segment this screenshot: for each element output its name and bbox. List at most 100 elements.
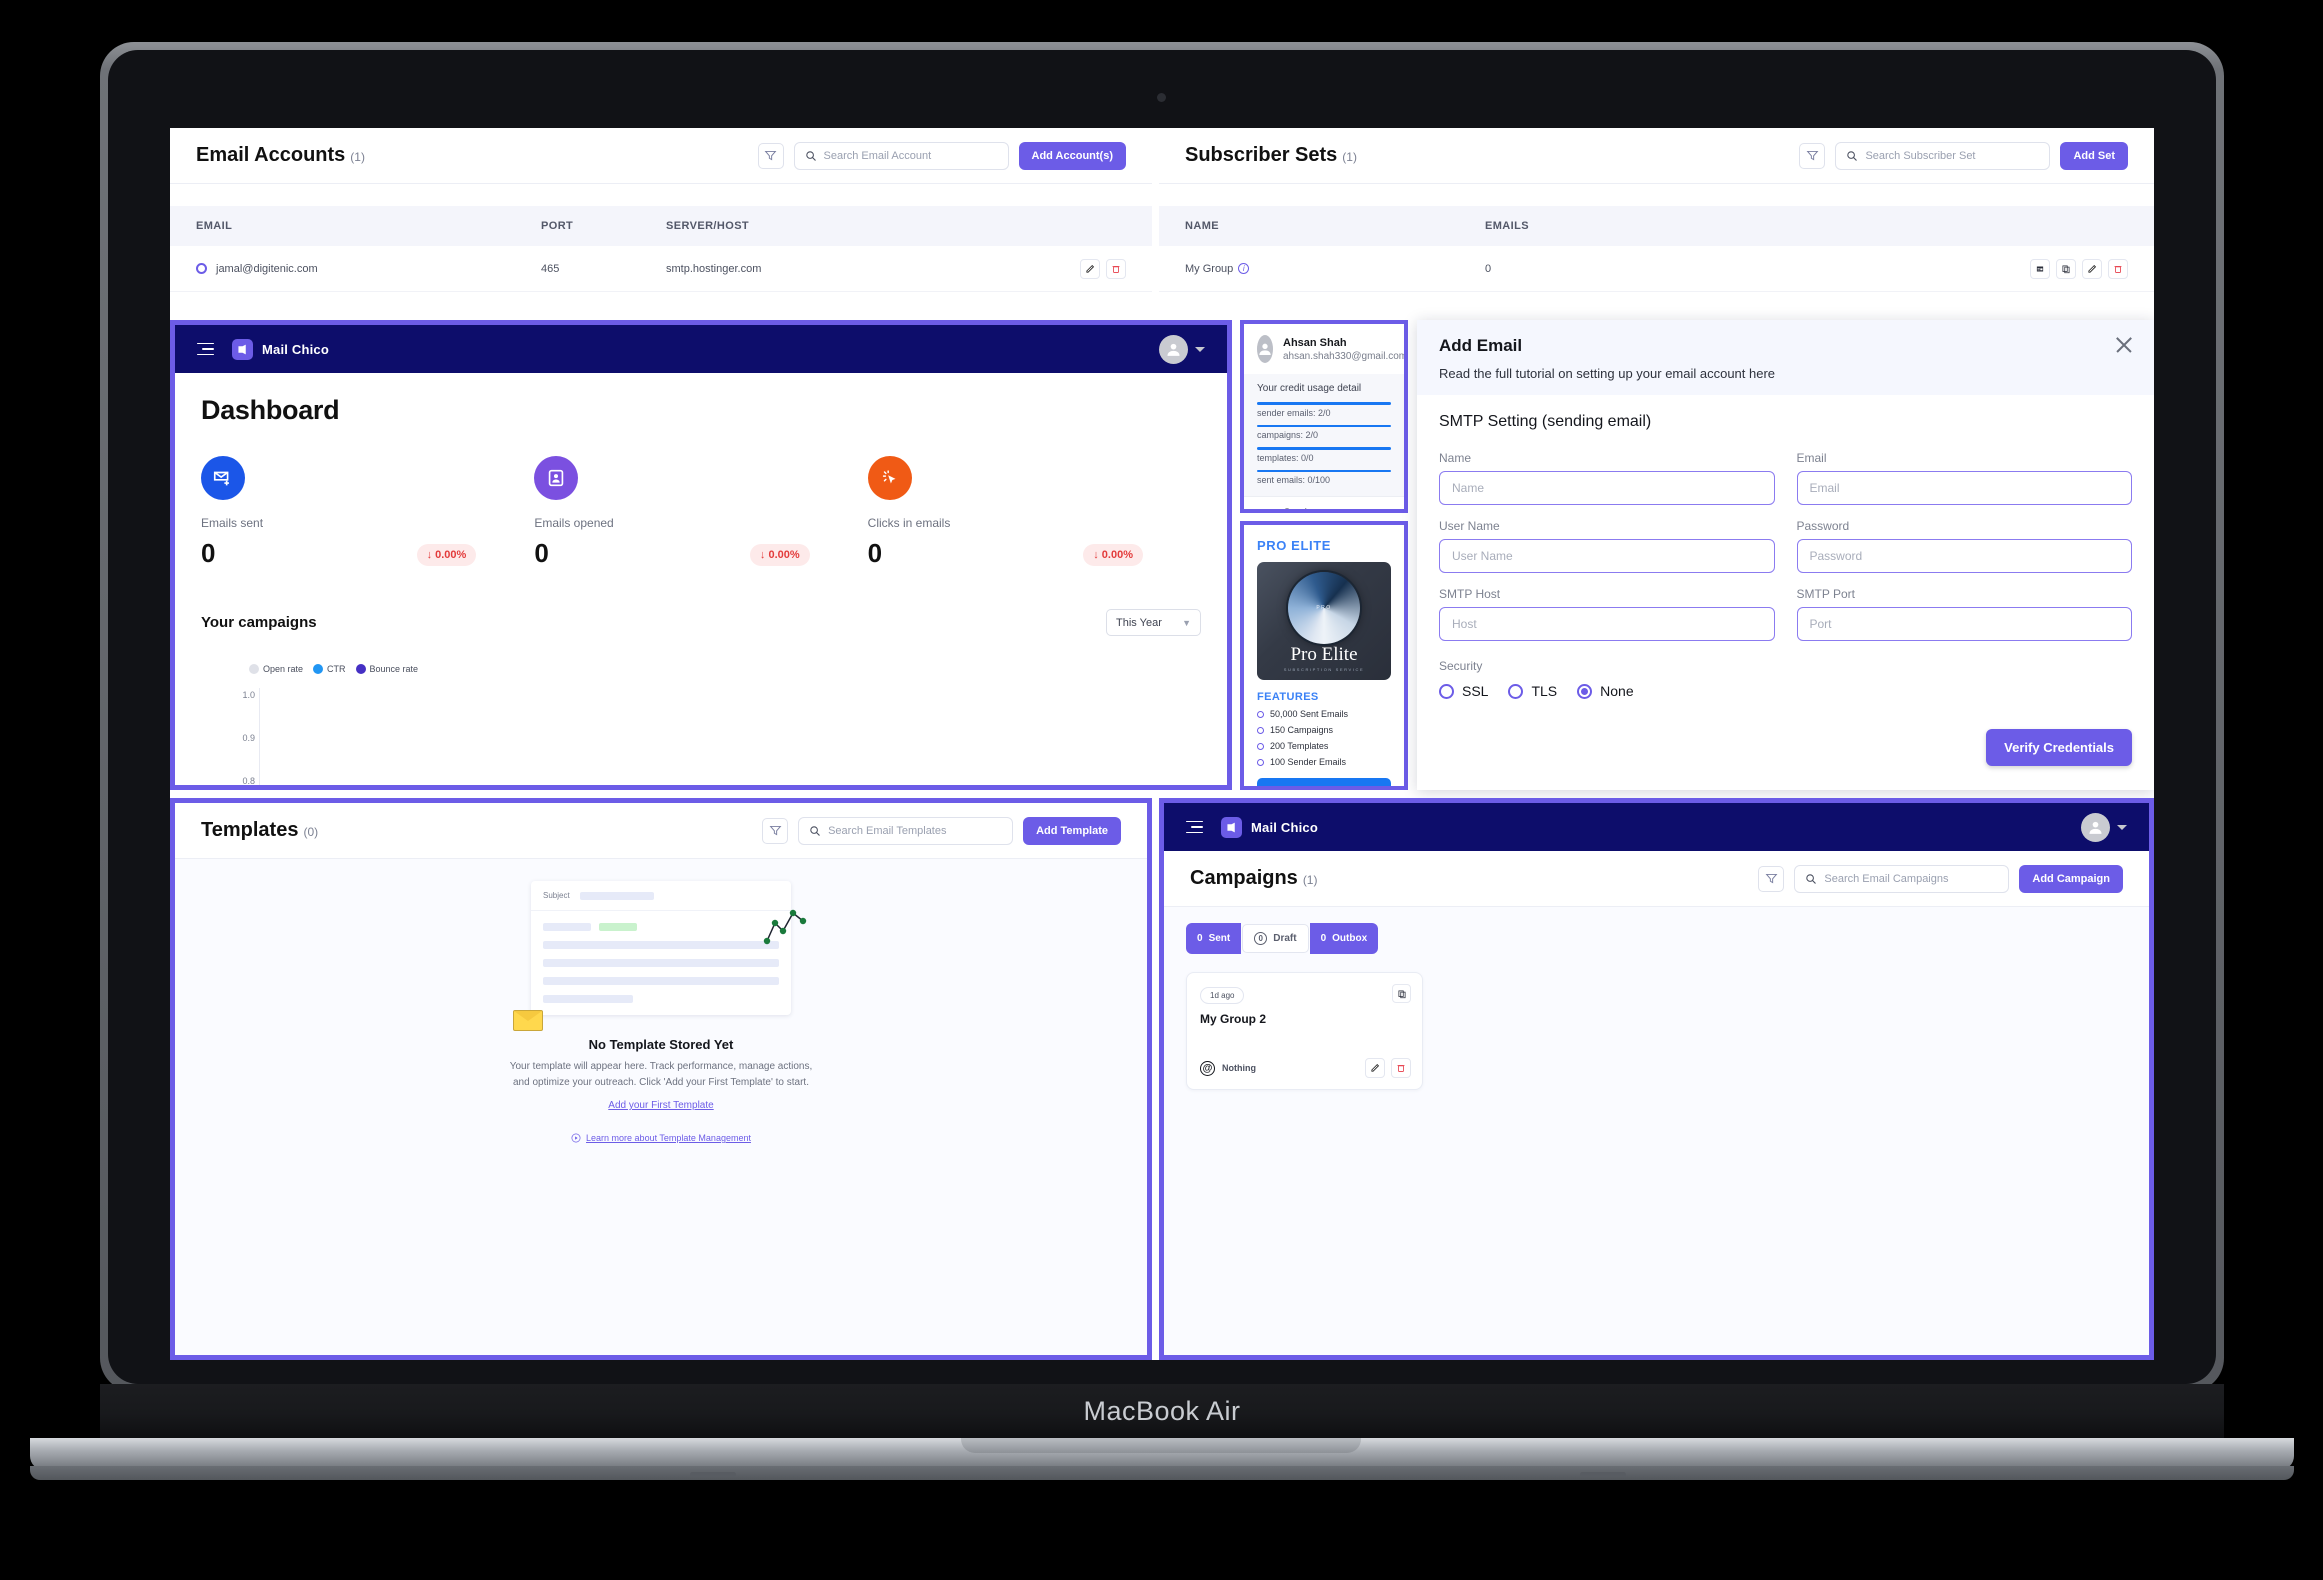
legend-item[interactable]: CTR	[313, 664, 346, 674]
profile-menu-button[interactable]	[2081, 812, 2127, 842]
status-badge: ↓ 0.00%	[1083, 544, 1143, 566]
radio-tls[interactable]: TLS	[1508, 683, 1557, 699]
table-row[interactable]: My Group i 0	[1159, 246, 2154, 292]
usage-line: campaigns: 2/0	[1257, 430, 1319, 440]
add-first-template-link[interactable]: Add your First Template	[608, 1100, 713, 1111]
search-icon	[1806, 873, 1817, 884]
foot-dot	[1580, 1472, 1626, 1477]
date-range-value: This Year	[1116, 616, 1162, 629]
user-name-input[interactable]: User Name	[1439, 539, 1775, 573]
add-campaign-button[interactable]: Add Campaign	[2019, 864, 2123, 893]
subscriber-sets-title-text: Subscriber Sets	[1185, 144, 1338, 166]
delta-value: 0.00%	[1101, 549, 1133, 561]
campaign-card[interactable]: 1d ago My Group 2 @ Nothing	[1186, 972, 1423, 1090]
modal-title: Add Email	[1439, 336, 1523, 355]
tab-label: Draft	[1273, 933, 1297, 944]
field-label: Password	[1796, 519, 1850, 533]
plan-card-frame: PRO ELITE Pro Elite SUBSCRIPTION SERVICE…	[1240, 521, 1408, 790]
stat-label: Emails sent	[201, 516, 264, 530]
chart-title: Your campaigns	[201, 614, 317, 631]
legend-item[interactable]: Bounce rate	[355, 664, 418, 674]
filter-icon[interactable]	[1758, 865, 1785, 892]
name-input[interactable]: Name	[1439, 471, 1775, 505]
row-actions	[1080, 258, 1126, 279]
template-chip-row	[543, 923, 779, 931]
table-row[interactable]: jamal@digitenic.com 465 smtp.hostinger.c…	[170, 246, 1152, 292]
smtp-port-placeholder: Port	[1809, 617, 1832, 631]
profile-header: Ahsan Shah ahsan.shah330@gmail.com	[1244, 324, 1404, 374]
tab-outbox[interactable]: 0 Outbox	[1309, 923, 1379, 954]
legend-label: CTR	[327, 664, 346, 674]
learn-more-link[interactable]: Learn more about Template Management	[571, 1133, 751, 1143]
subscribe-button[interactable]: SUBSCRIBE	[1257, 778, 1391, 786]
date-range-select[interactable]: This Year ▼	[1106, 609, 1201, 636]
delete-icon[interactable]	[1391, 1058, 1411, 1078]
email-input[interactable]: Email	[1796, 471, 2132, 505]
radio-none[interactable]: None	[1577, 683, 1634, 699]
webcam-icon	[1157, 93, 1166, 102]
add-set-button[interactable]: Add Set	[2060, 141, 2128, 170]
search-subscriber-set-input[interactable]: Search Subscriber Set	[1835, 141, 2051, 170]
tab-draft[interactable]: 0 Draft	[1242, 924, 1309, 953]
tab-sent[interactable]: 0 Sent	[1186, 923, 1242, 954]
column-email: EMAIL	[196, 220, 233, 232]
add-template-button[interactable]: Add Template	[1023, 816, 1121, 845]
modal-footer: Verify Credentials	[1439, 729, 2132, 766]
copy-icon[interactable]	[2056, 258, 2076, 279]
stat-card-emails-sent: Emails sent 0 ↓ 0.00%	[201, 456, 534, 569]
view-table-icon[interactable]	[2030, 258, 2050, 279]
add-accounts-button[interactable]: Add Account(s)	[1018, 141, 1126, 170]
placeholder-line	[543, 977, 779, 985]
check-dot-icon	[1257, 742, 1264, 750]
tab-label: Outbox	[1332, 933, 1368, 944]
column-server-host: SERVER/HOST	[666, 220, 750, 232]
edit-icon[interactable]	[2082, 258, 2102, 279]
dashboard-window-frame: Mail Chico Dashboard Emails sent 0 ↓ 0.0…	[170, 320, 1232, 790]
menu-toggle-icon[interactable]	[197, 342, 214, 356]
template-preview-illustration: Subject	[513, 881, 807, 1031]
profile-menu-button[interactable]	[1159, 334, 1205, 364]
stats-row: Emails sent 0 ↓ 0.00% Emails opened 0 ↓ …	[201, 456, 1201, 569]
menu-item-settings[interactable]: Settings	[1244, 496, 1404, 509]
template-body	[531, 911, 791, 1015]
set-emails-value: 0	[1485, 262, 1492, 275]
password-input[interactable]: Password	[1796, 539, 2132, 573]
campaigns-chart-header: Your campaigns This Year ▼	[201, 609, 1201, 636]
dashboard-window: Mail Chico Dashboard Emails sent 0 ↓ 0.0…	[175, 325, 1227, 785]
y-tick: 0.8	[242, 775, 255, 786]
placeholder-line-green	[599, 923, 637, 931]
verify-credentials-button[interactable]: Verify Credentials	[1986, 729, 2132, 766]
legend-item[interactable]: Open rate	[249, 664, 303, 674]
search-icon	[810, 825, 820, 836]
templates-count: (0)	[303, 825, 319, 839]
filter-icon[interactable]	[757, 142, 784, 169]
info-icon[interactable]: i	[1238, 263, 1250, 274]
templates-tools: Search Email Templates Add Template	[762, 816, 1121, 845]
host-value: smtp.hostinger.com	[666, 262, 762, 275]
templates-title-text: Templates	[201, 819, 299, 841]
edit-icon[interactable]	[1365, 1058, 1385, 1078]
edit-icon[interactable]	[1080, 258, 1100, 279]
delete-icon[interactable]	[1106, 258, 1126, 279]
close-icon[interactable]	[2114, 335, 2134, 355]
delete-icon[interactable]	[2108, 258, 2128, 279]
smtp-port-input[interactable]: Port	[1796, 607, 2132, 641]
tab-count: 0	[1320, 933, 1327, 944]
security-label: Security	[1439, 659, 1483, 673]
menu-toggle-icon[interactable]	[1186, 820, 1203, 834]
radio-ssl[interactable]: SSL	[1439, 683, 1488, 699]
smtp-host-input[interactable]: Host	[1439, 607, 1775, 641]
filter-icon[interactable]	[1799, 142, 1826, 169]
search-email-account-input[interactable]: Search Email Account	[793, 141, 1009, 170]
filter-icon[interactable]	[762, 817, 789, 844]
placeholder-line	[543, 995, 633, 1003]
avatar	[1159, 334, 1188, 364]
search-templates-input[interactable]: Search Email Templates	[798, 816, 1014, 845]
status-badge: ↓ 0.00%	[749, 544, 810, 566]
email-sent-icon	[201, 456, 245, 500]
add-email-modal: Add Email Read the full tutorial on sett…	[1417, 320, 2154, 790]
radio-label: SSL	[1462, 683, 1489, 699]
placeholder-line	[579, 891, 654, 900]
search-campaigns-input[interactable]: Search Email Campaigns	[1794, 864, 2010, 893]
copy-icon[interactable]	[1392, 984, 1411, 1003]
